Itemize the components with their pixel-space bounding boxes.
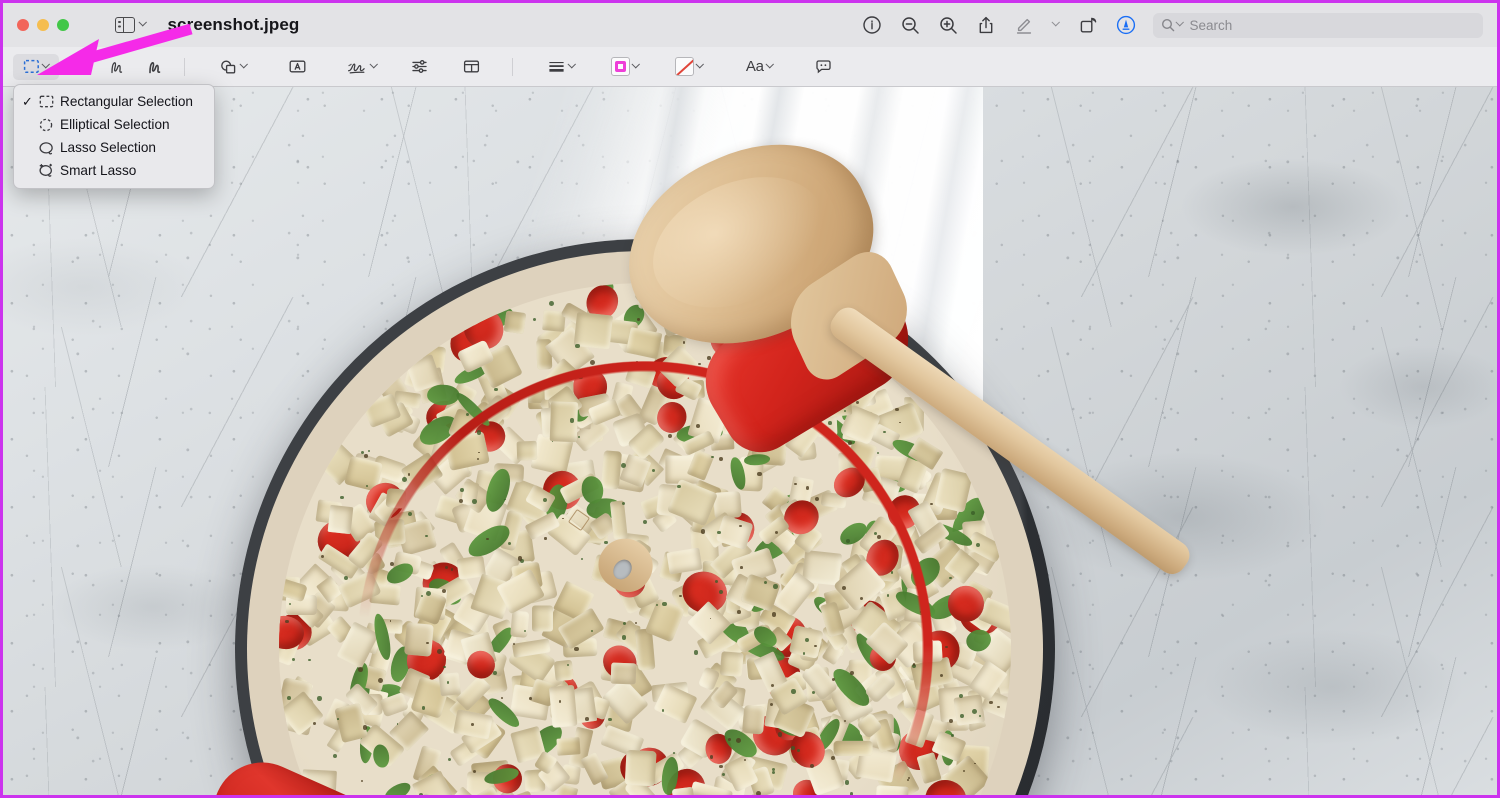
note-tool[interactable] <box>806 54 840 80</box>
markup-button[interactable] <box>1005 10 1043 40</box>
image-canvas[interactable] <box>3 87 1497 795</box>
checkmark-icon: ✓ <box>22 93 33 109</box>
sketch-icon <box>111 61 123 73</box>
text-style-tool[interactable]: Aa <box>736 54 782 80</box>
border-color-tool[interactable] <box>602 54 648 80</box>
toolbar-separator <box>512 57 513 76</box>
text-tool[interactable] <box>280 54 314 80</box>
shapes-tool[interactable] <box>210 54 256 80</box>
sketch-tool[interactable] <box>101 54 135 80</box>
pencil-markup-icon <box>1016 18 1032 34</box>
chevron-down-icon <box>240 59 248 68</box>
chevron-down-icon <box>1175 18 1184 27</box>
signature-icon <box>347 62 365 74</box>
text-box-icon <box>289 60 305 73</box>
elliptical-selection-icon <box>35 118 57 132</box>
menu-item-smart-lasso[interactable]: Smart Lasso <box>14 159 214 182</box>
shapes-icon <box>221 60 236 73</box>
magnifier-plus-icon <box>940 17 957 34</box>
sliders-icon <box>411 60 427 73</box>
lasso-selection-icon <box>35 141 57 155</box>
search-field[interactable]: Search <box>1153 12 1483 38</box>
spoon-handle <box>825 302 1195 580</box>
rectangular-selection-icon <box>24 59 40 73</box>
selection-tool-menu: ✓ Rectangular Selection Elliptical Selec… <box>13 84 215 189</box>
search-placeholder: Search <box>1189 17 1233 33</box>
smart-lasso-icon <box>35 163 57 178</box>
markup-options-button[interactable] <box>1043 10 1069 40</box>
wooden-spoon <box>598 110 1253 689</box>
menu-item-label: Rectangular Selection <box>60 94 193 109</box>
zoom-out-button[interactable] <box>891 10 929 40</box>
menu-item-elliptical-selection[interactable]: Elliptical Selection <box>14 113 214 136</box>
share-icon <box>979 16 993 34</box>
instant-alpha-tool[interactable] <box>63 54 97 80</box>
menu-item-label: Lasso Selection <box>60 140 156 155</box>
draw-tool[interactable] <box>139 54 173 80</box>
stroke-lines-icon <box>549 61 564 72</box>
preview-window: screenshot.jpeg Search Aa ✓ Rectangular … <box>0 0 1500 798</box>
chevron-down-icon <box>1052 18 1060 27</box>
zoom-in-button[interactable] <box>929 10 967 40</box>
magnifier-minus-icon <box>902 17 919 34</box>
draw-icon <box>149 61 161 73</box>
title-bar: screenshot.jpeg Search <box>3 3 1497 47</box>
adjust-color-tool[interactable] <box>402 54 436 80</box>
info-button[interactable] <box>853 10 891 40</box>
menu-item-rectangular-selection[interactable]: ✓ Rectangular Selection <box>14 90 214 113</box>
chevron-down-icon <box>42 59 50 68</box>
instant-alpha-icon <box>72 58 88 75</box>
titlebar-actions: Search <box>853 3 1497 47</box>
speech-bubble-icon <box>815 60 831 74</box>
sidebar-icon <box>115 16 135 34</box>
rotate-icon <box>1080 17 1097 33</box>
toolbar-separator <box>184 57 185 76</box>
sidebar-toggle-button[interactable] <box>115 16 147 34</box>
menu-item-label: Elliptical Selection <box>60 117 170 132</box>
markup-toolbar: Aa <box>3 47 1497 87</box>
rotate-button[interactable] <box>1069 10 1107 40</box>
share-button[interactable] <box>967 10 1005 40</box>
chevron-down-icon <box>632 59 640 68</box>
annotate-circle-icon <box>1116 15 1136 35</box>
adjust-size-tool[interactable] <box>454 54 488 80</box>
selection-tool[interactable] <box>13 53 59 80</box>
fill-color-tool[interactable] <box>666 54 712 80</box>
chevron-down-icon <box>765 59 774 68</box>
page-title: screenshot.jpeg <box>167 15 300 34</box>
close-button[interactable] <box>17 19 29 31</box>
annotate-button[interactable] <box>1107 10 1145 40</box>
minimize-button[interactable] <box>37 19 49 31</box>
border-color-swatch-icon <box>611 57 631 76</box>
chevron-down-icon <box>696 59 704 68</box>
chevron-down-icon <box>138 18 147 27</box>
search-icon <box>1161 18 1184 32</box>
chevron-down-icon <box>369 59 378 68</box>
chevron-down-icon <box>568 59 576 68</box>
menu-item-label: Smart Lasso <box>60 163 137 178</box>
fill-color-swatch-icon <box>675 57 695 76</box>
text-style-icon: Aa <box>745 58 764 75</box>
maximize-button[interactable] <box>57 19 69 31</box>
menu-item-lasso-selection[interactable]: Lasso Selection <box>14 136 214 159</box>
food-photo <box>3 87 1497 795</box>
traffic-lights <box>17 19 69 31</box>
shape-style-tool[interactable] <box>538 54 584 80</box>
rectangular-selection-icon <box>35 95 57 108</box>
adjust-size-icon <box>463 60 479 73</box>
info-circle-icon <box>863 16 881 34</box>
sign-tool[interactable] <box>338 54 384 80</box>
